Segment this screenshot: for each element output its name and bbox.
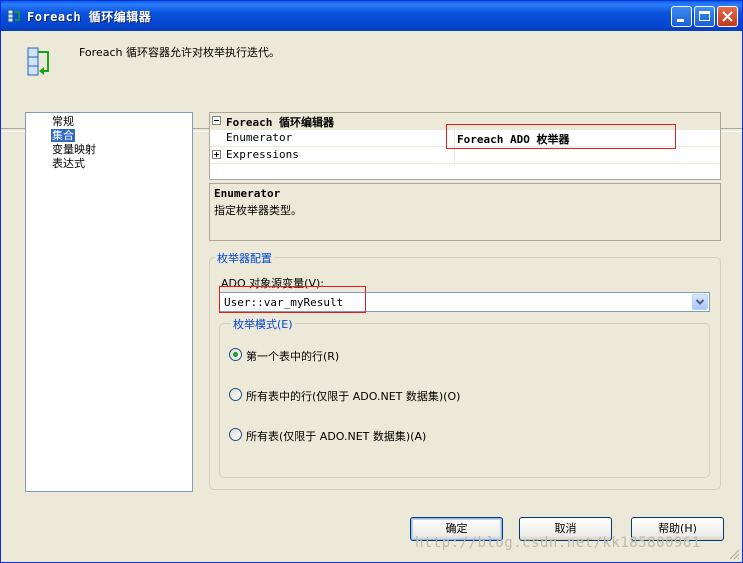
radio-label[interactable]: 第一个表中的行(R) <box>246 348 339 364</box>
resize-grip-icon[interactable] <box>728 548 740 560</box>
dialog-header: Foreach 循环容器允许对枚举执行迭代。 <box>1 32 742 132</box>
header-description: Foreach 循环容器允许对枚举执行迭代。 <box>79 46 280 59</box>
enumeration-mode-label: 枚举模式(E) <box>231 316 295 332</box>
minimize-button[interactable] <box>671 6 692 27</box>
variable-highlight-box <box>219 286 366 313</box>
window-title: Foreach 循环编辑器 <box>27 10 152 24</box>
enumerator-highlight-box <box>446 124 676 149</box>
property-description-panel: Enumerator 指定枚举器类型。 <box>209 183 721 241</box>
radio-label[interactable]: 所有表(仅限于 ADO.NET 数据集)(A) <box>246 428 426 444</box>
close-button[interactable] <box>717 6 738 27</box>
chevron-down-icon <box>695 299 705 305</box>
dialog-window: Foreach 循环编辑器 Foreach 循环容器允许对枚举执行迭代。 常规 … <box>0 0 743 563</box>
property-name: Expressions <box>226 148 299 161</box>
property-category-label: Foreach 循环编辑器 <box>226 116 334 129</box>
property-name: Enumerator <box>226 131 293 144</box>
radio-selected-dot <box>233 352 238 357</box>
watermark-text: http://blog.csdn.net/kk185800961 <box>415 535 701 551</box>
radio-circle[interactable] <box>229 428 242 441</box>
column-divider <box>454 147 455 163</box>
collapse-icon[interactable] <box>212 116 221 125</box>
radio-circle[interactable] <box>229 348 242 361</box>
nav-item-collection[interactable]: 集合 <box>51 129 75 142</box>
nav-item-expressions[interactable]: 表达式 <box>51 157 86 170</box>
maximize-icon <box>699 11 710 21</box>
maximize-button[interactable] <box>694 6 715 27</box>
close-icon <box>722 11 733 22</box>
nav-item-general[interactable]: 常规 <box>51 115 75 128</box>
description-title: Enumerator <box>214 187 281 200</box>
nav-item-variable-mappings[interactable]: 变量映射 <box>51 143 97 156</box>
expand-icon[interactable] <box>212 150 221 159</box>
radio-label[interactable]: 所有表中的行(仅限于 ADO.NET 数据集)(O) <box>246 388 460 404</box>
minimize-icon <box>677 19 684 22</box>
description-text: 指定枚举器类型。 <box>214 204 302 217</box>
radio-circle[interactable] <box>229 388 242 401</box>
property-row-expressions[interactable]: Expressions <box>210 147 720 164</box>
title-bar[interactable]: Foreach 循环编辑器 <box>1 1 742 31</box>
page-navigation-list: 常规 集合 变量映射 表达式 <box>25 112 193 492</box>
foreach-container-icon <box>7 9 20 23</box>
enumerator-config-label: 枚举器配置 <box>215 250 274 266</box>
dropdown-button[interactable] <box>692 294 708 310</box>
foreach-loop-icon <box>27 47 49 76</box>
